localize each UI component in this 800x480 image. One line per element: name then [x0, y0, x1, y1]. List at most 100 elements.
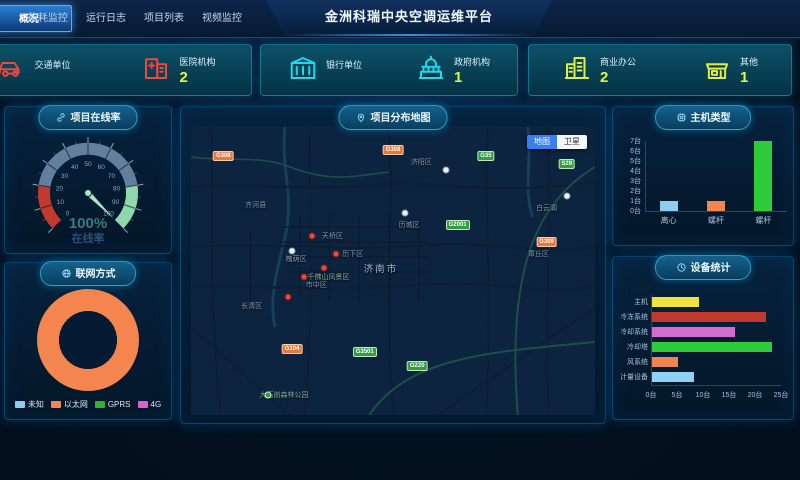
map-marker-red[interactable] — [321, 265, 328, 272]
road-badge-G308: G308 — [213, 151, 234, 161]
stat-label: 银行单位 — [326, 58, 362, 71]
map-ctrl-satellite[interactable]: 卫星 — [557, 135, 587, 149]
map-label: 历下区 — [342, 249, 363, 259]
svg-text:10: 10 — [57, 199, 65, 206]
car-icon — [0, 53, 26, 88]
legend-swatch — [95, 401, 105, 408]
stat-texts: 医院机构2 — [179, 55, 215, 86]
online-rate-gauge: 0102030405060708090100100%在线率 — [8, 129, 168, 249]
y-axis-label: 3台 — [619, 176, 641, 186]
svg-text:30: 30 — [61, 173, 69, 180]
stat-card-2: 银行单位 政府机构1 — [260, 44, 518, 96]
road-badge-G309: G309 — [536, 237, 557, 247]
x-tick-label: 15台 — [722, 390, 737, 400]
x-tick-label: 25台 — [774, 390, 789, 400]
hospital-icon — [141, 53, 171, 88]
host-type-title-text: 主机类型 — [691, 113, 731, 124]
stat-texts: 交通单位 — [34, 58, 70, 82]
map-ctrl-map[interactable]: 地图 — [527, 135, 557, 149]
stat-value: 1 — [740, 69, 758, 86]
stat-value: 2 — [600, 69, 636, 86]
network-donut-chart — [37, 289, 139, 391]
stat-item: 政府机构1 — [416, 53, 490, 88]
stat-card-1: 交通单位 医院机构2 — [0, 44, 252, 96]
device-stats-title-text: 设备统计 — [691, 263, 731, 274]
online-rate-panel-title: 项目在线率 — [39, 105, 138, 130]
government-icon — [416, 53, 446, 88]
legend-label: 未知 — [28, 399, 44, 410]
map-marker-white[interactable] — [563, 193, 570, 200]
stat-texts: 政府机构1 — [454, 55, 490, 86]
map-label: 齐河县 — [245, 200, 266, 210]
y-axis-label: 4台 — [619, 166, 641, 176]
bar-螺杆 — [754, 141, 772, 211]
map-marker-white[interactable] — [289, 247, 296, 254]
svg-text:50: 50 — [84, 161, 92, 168]
map-city-label: 济南市 — [364, 261, 399, 275]
store-icon — [702, 53, 732, 88]
nav-tab-2[interactable]: 能耗监控 — [19, 0, 77, 38]
svg-text:90: 90 — [112, 199, 120, 206]
map-layer-switcher: 地图卫星 — [527, 135, 587, 149]
map-label: 济阳区 — [411, 157, 432, 167]
stat-label: 商业办公 — [600, 55, 636, 68]
stat-item: 医院机构2 — [141, 53, 215, 88]
stat-value: 2 — [179, 69, 215, 86]
y-category-label: 风系统 — [621, 357, 648, 367]
x-tick-label: 5台 — [672, 390, 683, 400]
road-badge-G104: G104 — [282, 344, 303, 354]
y-category-label: 冷却塔 — [621, 342, 648, 352]
map-label: 市中区 — [306, 280, 327, 290]
map-marker-green[interactable] — [264, 391, 271, 398]
device-stats-panel-title: 设备统计 — [655, 255, 751, 280]
stat-card-3: 商业办公2 其他1 — [528, 44, 792, 96]
stat-label: 政府机构 — [454, 55, 490, 68]
map-marker-red[interactable] — [284, 293, 291, 300]
bar-冷冻系统 — [652, 312, 766, 322]
stat-item: 交通单位 — [0, 53, 71, 88]
nav-tab-5[interactable]: 视频监控 — [193, 0, 251, 38]
panel-device-stats: 设备统计 主机冷冻系统冷却系统冷却塔风系统计量设备0台5台10台15台20台25… — [612, 256, 794, 420]
stat-value: 1 — [454, 69, 490, 86]
svg-text:60: 60 — [98, 164, 106, 171]
x-category-label: 螺杆 — [708, 215, 724, 226]
y-category-label: 冷冻系统 — [621, 312, 648, 322]
map-marker-red[interactable] — [333, 250, 340, 257]
legend-item-以太网: 以太网 — [51, 399, 88, 410]
y-axis — [645, 141, 646, 211]
online-rate-title-text: 项目在线率 — [71, 113, 121, 124]
bar-冷却塔 — [652, 342, 772, 352]
bar-风系统 — [652, 357, 678, 367]
map-marker-white[interactable] — [402, 210, 409, 217]
panel-map: 项目分布地图 地图卫星 济 — [180, 106, 606, 424]
map-canvas[interactable]: 地图卫星 济南市天桥区历下区市中区槐荫区历城区长清区章丘区济阳区齐河县白云湖千佛… — [191, 127, 595, 415]
stat-label: 交通单位 — [34, 58, 70, 71]
host-type-chart: 0台1台2台3台4台5台6台7台离心螺杆螺杆 — [619, 137, 787, 237]
legend-label: 以太网 — [64, 399, 88, 410]
map-label: 槐荫区 — [286, 254, 307, 264]
bar-计量设备 — [652, 372, 694, 382]
y-axis-label: 6台 — [619, 146, 641, 156]
map-marker-red[interactable] — [309, 233, 316, 240]
stat-item: 其他1 — [702, 53, 758, 88]
svg-text:100%: 100% — [69, 215, 107, 232]
map-marker-red[interactable] — [301, 273, 308, 280]
nav-tab-3[interactable]: 运行日志 — [77, 0, 135, 38]
road-badge-S29: S29 — [558, 159, 575, 169]
stat-texts: 银行单位 — [326, 58, 362, 82]
x-axis — [645, 211, 787, 212]
map-marker-white[interactable] — [442, 167, 449, 174]
nav-tab-4[interactable]: 项目列表 — [135, 0, 193, 38]
stat-value — [326, 72, 362, 82]
road-badge-G308: G308 — [383, 145, 404, 155]
cpu-icon — [676, 112, 687, 126]
globe-icon — [61, 268, 72, 282]
map-title-text: 项目分布地图 — [371, 113, 431, 124]
office-icon — [562, 53, 592, 88]
map-label: 长清区 — [241, 301, 262, 311]
y-category-label: 冷却系统 — [621, 327, 648, 337]
legend-swatch — [51, 401, 61, 408]
y-category-label: 计量设备 — [621, 372, 648, 382]
map-label: 章丘区 — [528, 249, 549, 259]
panel-online-rate: 项目在线率 0102030405060708090100100%在线率 — [4, 106, 172, 254]
